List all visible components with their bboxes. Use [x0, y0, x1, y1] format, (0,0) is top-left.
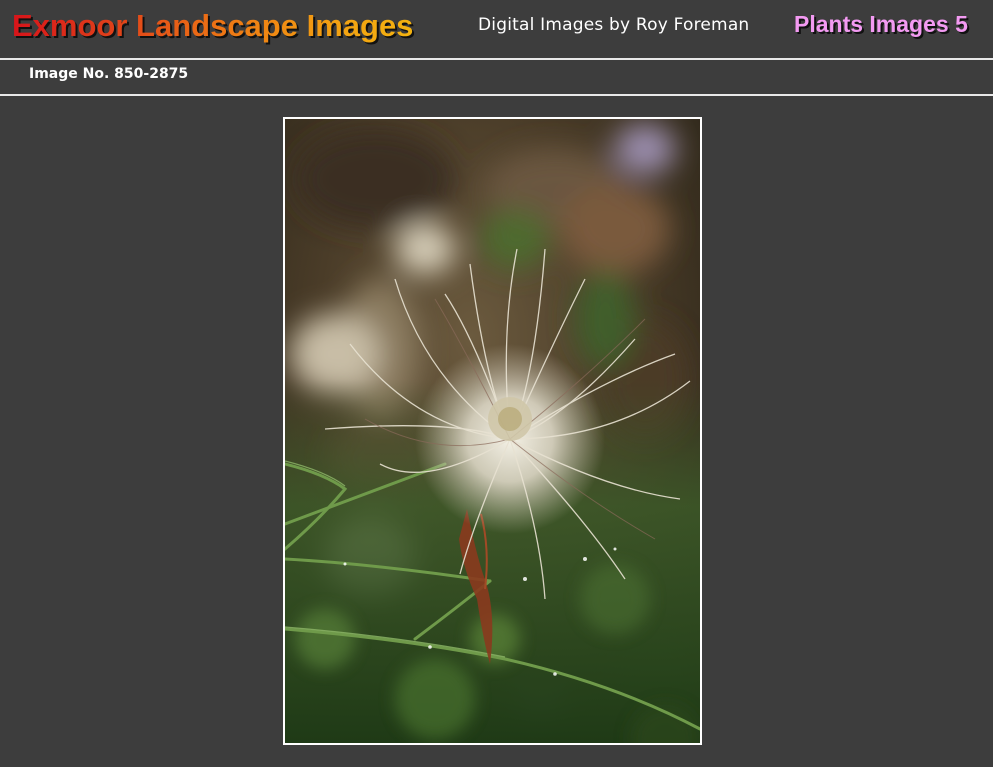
site-subtitle: Digital Images by Roy Foreman — [478, 15, 750, 35]
main-photo[interactable] — [283, 117, 702, 745]
header-divider — [0, 58, 993, 60]
image-bar-divider — [0, 94, 993, 96]
site-header: Exmoor Landscape Images Digital Images b… — [0, 0, 993, 58]
site-title[interactable]: Exmoor Landscape Images — [12, 6, 413, 46]
image-number-label: Image No. 850-2875 — [29, 66, 189, 82]
section-title[interactable]: Plants Images 5 — [794, 11, 968, 38]
plant-photo-image — [285, 119, 700, 743]
